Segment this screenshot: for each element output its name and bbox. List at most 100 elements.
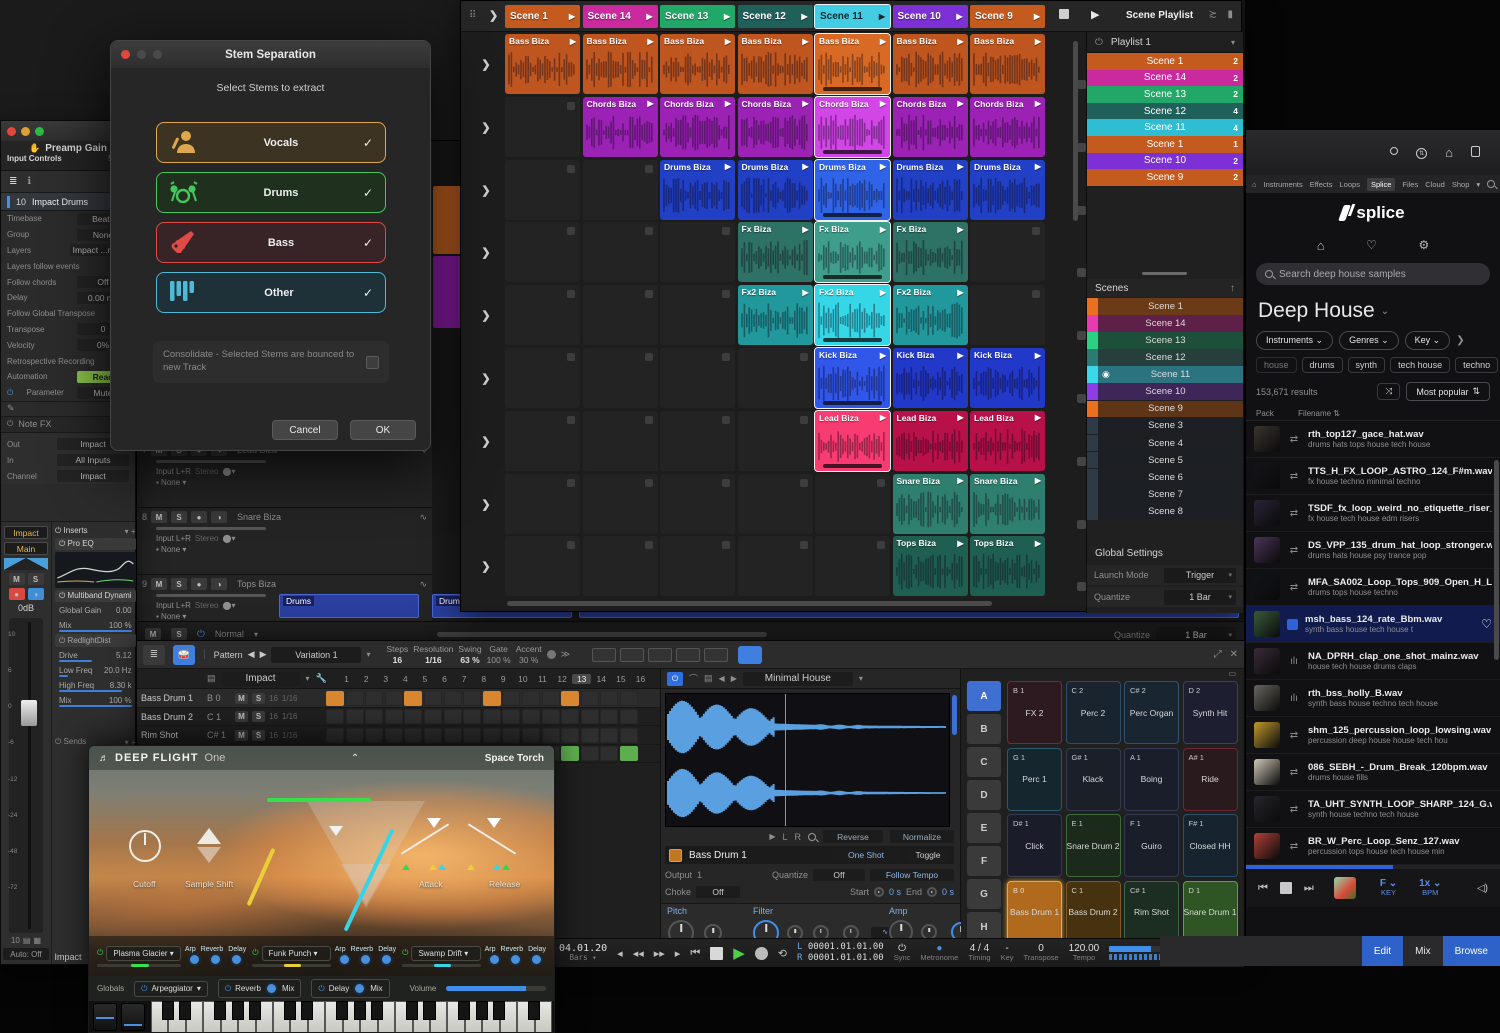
panel-icon[interactable] <box>1471 146 1480 160</box>
dial-icon[interactable]: ⇅ <box>1416 147 1427 159</box>
green-slider[interactable] <box>267 798 371 802</box>
step-number[interactable]: 3 <box>376 674 396 684</box>
step-cell[interactable] <box>365 728 383 743</box>
clip-cell[interactable]: Chords Biza▶ <box>738 97 813 157</box>
collapse-icon[interactable]: ↑ <box>1230 283 1235 294</box>
sample-row[interactable]: ⇄DS_VPP_135_drum_hat_loop_stronger.wadru… <box>1246 532 1500 569</box>
step-cell[interactable] <box>502 728 520 743</box>
step-cell[interactable] <box>404 709 422 724</box>
playlist-item[interactable]: Scene 142 <box>1087 70 1243 87</box>
prev-icon[interactable]: ◀ <box>719 674 725 683</box>
record-arm-button[interactable]: ● <box>191 511 207 523</box>
mute-button[interactable]: M <box>235 730 248 741</box>
waveform-display[interactable] <box>665 693 950 827</box>
clip-cell[interactable]: Drums Biza▶ <box>815 160 890 220</box>
end-knob[interactable] <box>927 887 937 897</box>
sample-row[interactable]: ⇄TTS_H_FX_LOOP_ASTRO_124_F#m.wavfx house… <box>1246 458 1500 495</box>
empty-clip-cell[interactable] <box>660 536 735 596</box>
columns-icon[interactable]: ▮ <box>1227 9 1233 20</box>
step-cell[interactable] <box>620 709 638 724</box>
close-icon[interactable] <box>7 127 16 136</box>
empty-clip-cell[interactable] <box>970 285 1045 345</box>
tab-effects[interactable]: Effects <box>1310 180 1333 189</box>
zoom-icon[interactable] <box>153 50 162 59</box>
empty-clip-cell[interactable] <box>970 222 1045 282</box>
clip-cell[interactable]: Chords Biza▶ <box>970 97 1045 157</box>
clip-cell[interactable]: Chords Biza▶ <box>583 97 658 157</box>
sample-shift-control[interactable] <box>197 828 221 863</box>
next-sample-icon[interactable]: ⏭ <box>1304 882 1314 895</box>
step-number[interactable]: 6 <box>435 674 455 684</box>
row-expand-chevron[interactable]: ❯ <box>479 435 493 448</box>
panel-toggle-icon[interactable] <box>676 648 700 662</box>
empty-clip-cell[interactable] <box>583 222 658 282</box>
clip-cell[interactable]: Fx2 Biza▶ <box>815 285 890 345</box>
step-cell[interactable] <box>522 691 540 706</box>
empty-clip-cell[interactable] <box>505 536 580 596</box>
sort-select[interactable]: Most popular ⇅ <box>1406 382 1490 401</box>
start-knob[interactable] <box>874 887 884 897</box>
scene-button[interactable]: Scene 10▶ <box>893 5 968 28</box>
black-key[interactable] <box>423 1001 435 1020</box>
scene-list-item[interactable]: Scene 7 <box>1087 486 1243 503</box>
drum-name[interactable]: Bass Drum 2 <box>141 712 203 722</box>
clip-cell[interactable]: Snare Biza▶ <box>970 474 1045 534</box>
row-stop-button[interactable] <box>1077 268 1086 277</box>
stop-all-button[interactable] <box>1059 9 1069 19</box>
power-icon[interactable]: ⏻ <box>252 948 258 958</box>
record-arm-button[interactable]: ● <box>191 578 207 590</box>
output-value[interactable]: 1 <box>697 870 702 880</box>
filter-key[interactable]: Key ⌄ <box>1405 331 1451 350</box>
grid-handle-icon[interactable]: ⠿ <box>469 10 477 21</box>
heart-icon[interactable]: ♡ <box>1366 238 1377 252</box>
send-knob[interactable] <box>380 953 393 966</box>
search-input[interactable]: Search deep house samples <box>1279 269 1406 280</box>
scene-button[interactable]: Scene 13▶ <box>660 5 735 28</box>
pad-rim-shot[interactable]: C# 1Rim Shot <box>1124 881 1179 944</box>
row-expand-chevron[interactable]: ❯ <box>479 560 493 573</box>
zoom-icon[interactable] <box>808 833 816 841</box>
empty-clip-cell[interactable] <box>660 222 735 282</box>
mute-button[interactable]: M <box>9 573 25 585</box>
end-value[interactable]: 0 s <box>942 887 954 897</box>
empty-clip-cell[interactable] <box>583 160 658 220</box>
send-knob[interactable] <box>530 953 543 966</box>
clip-cell[interactable]: Tops Biza▶ <box>970 536 1045 596</box>
panel-toggle-icon[interactable] <box>592 648 616 662</box>
clip-fragment[interactable] <box>433 256 463 328</box>
preset-none[interactable]: ▪ None ▾ <box>156 478 186 487</box>
empty-clip-cell[interactable] <box>505 348 580 408</box>
clip-cell[interactable]: Kick Biza▶ <box>893 348 968 408</box>
nudge-forward-icon[interactable]: ▸ <box>675 947 681 960</box>
consolidate-row[interactable]: Consolidate - Selected Stems are bounced… <box>153 341 389 383</box>
insert-param-row[interactable]: Mix100 % <box>55 619 136 632</box>
clip-cell[interactable]: Fx2 Biza▶ <box>893 285 968 345</box>
insert-param-row[interactable]: High Freq8.30 k <box>55 679 136 692</box>
step-number[interactable]: 8 <box>474 674 494 684</box>
release-handle[interactable] <box>487 818 501 828</box>
slider-handle[interactable] <box>329 826 343 836</box>
quantize-select[interactable]: 1 Bar <box>1164 590 1236 605</box>
black-key[interactable] <box>458 1001 470 1020</box>
collapse-chevron-icon[interactable]: ⌃ <box>351 753 359 764</box>
step-cell[interactable] <box>581 691 599 706</box>
prev-pattern-icon[interactable]: ◀ <box>248 649 255 660</box>
row-stop-button[interactable] <box>1077 582 1086 591</box>
mod-wheel[interactable] <box>121 1003 145 1031</box>
playlist-item[interactable]: Scene 114 <box>1087 119 1243 136</box>
empty-clip-cell[interactable] <box>505 97 580 157</box>
consolidate-checkbox[interactable] <box>366 356 379 369</box>
tab-shop[interactable]: Shop <box>1452 180 1470 189</box>
layer-preset-select[interactable]: Funk Punch ▾ <box>262 946 331 961</box>
scene-list-item[interactable]: Scene 13 <box>1087 332 1243 349</box>
empty-clip-cell[interactable] <box>583 474 658 534</box>
volume-slider[interactable] <box>446 986 546 991</box>
column-filename[interactable]: Filename ⇅ <box>1298 409 1340 418</box>
more-icon[interactable]: ≫ <box>561 649 570 660</box>
step-number[interactable]: 9 <box>494 674 514 684</box>
row-expand-chevron[interactable]: ❯ <box>479 309 493 322</box>
row-expand-chevron[interactable]: ❯ <box>479 58 493 71</box>
pad-bass-drum-1[interactable]: B 0Bass Drum 1 <box>1007 881 1062 944</box>
step-number[interactable]: 16 <box>631 674 651 684</box>
step-cell[interactable] <box>463 691 481 706</box>
